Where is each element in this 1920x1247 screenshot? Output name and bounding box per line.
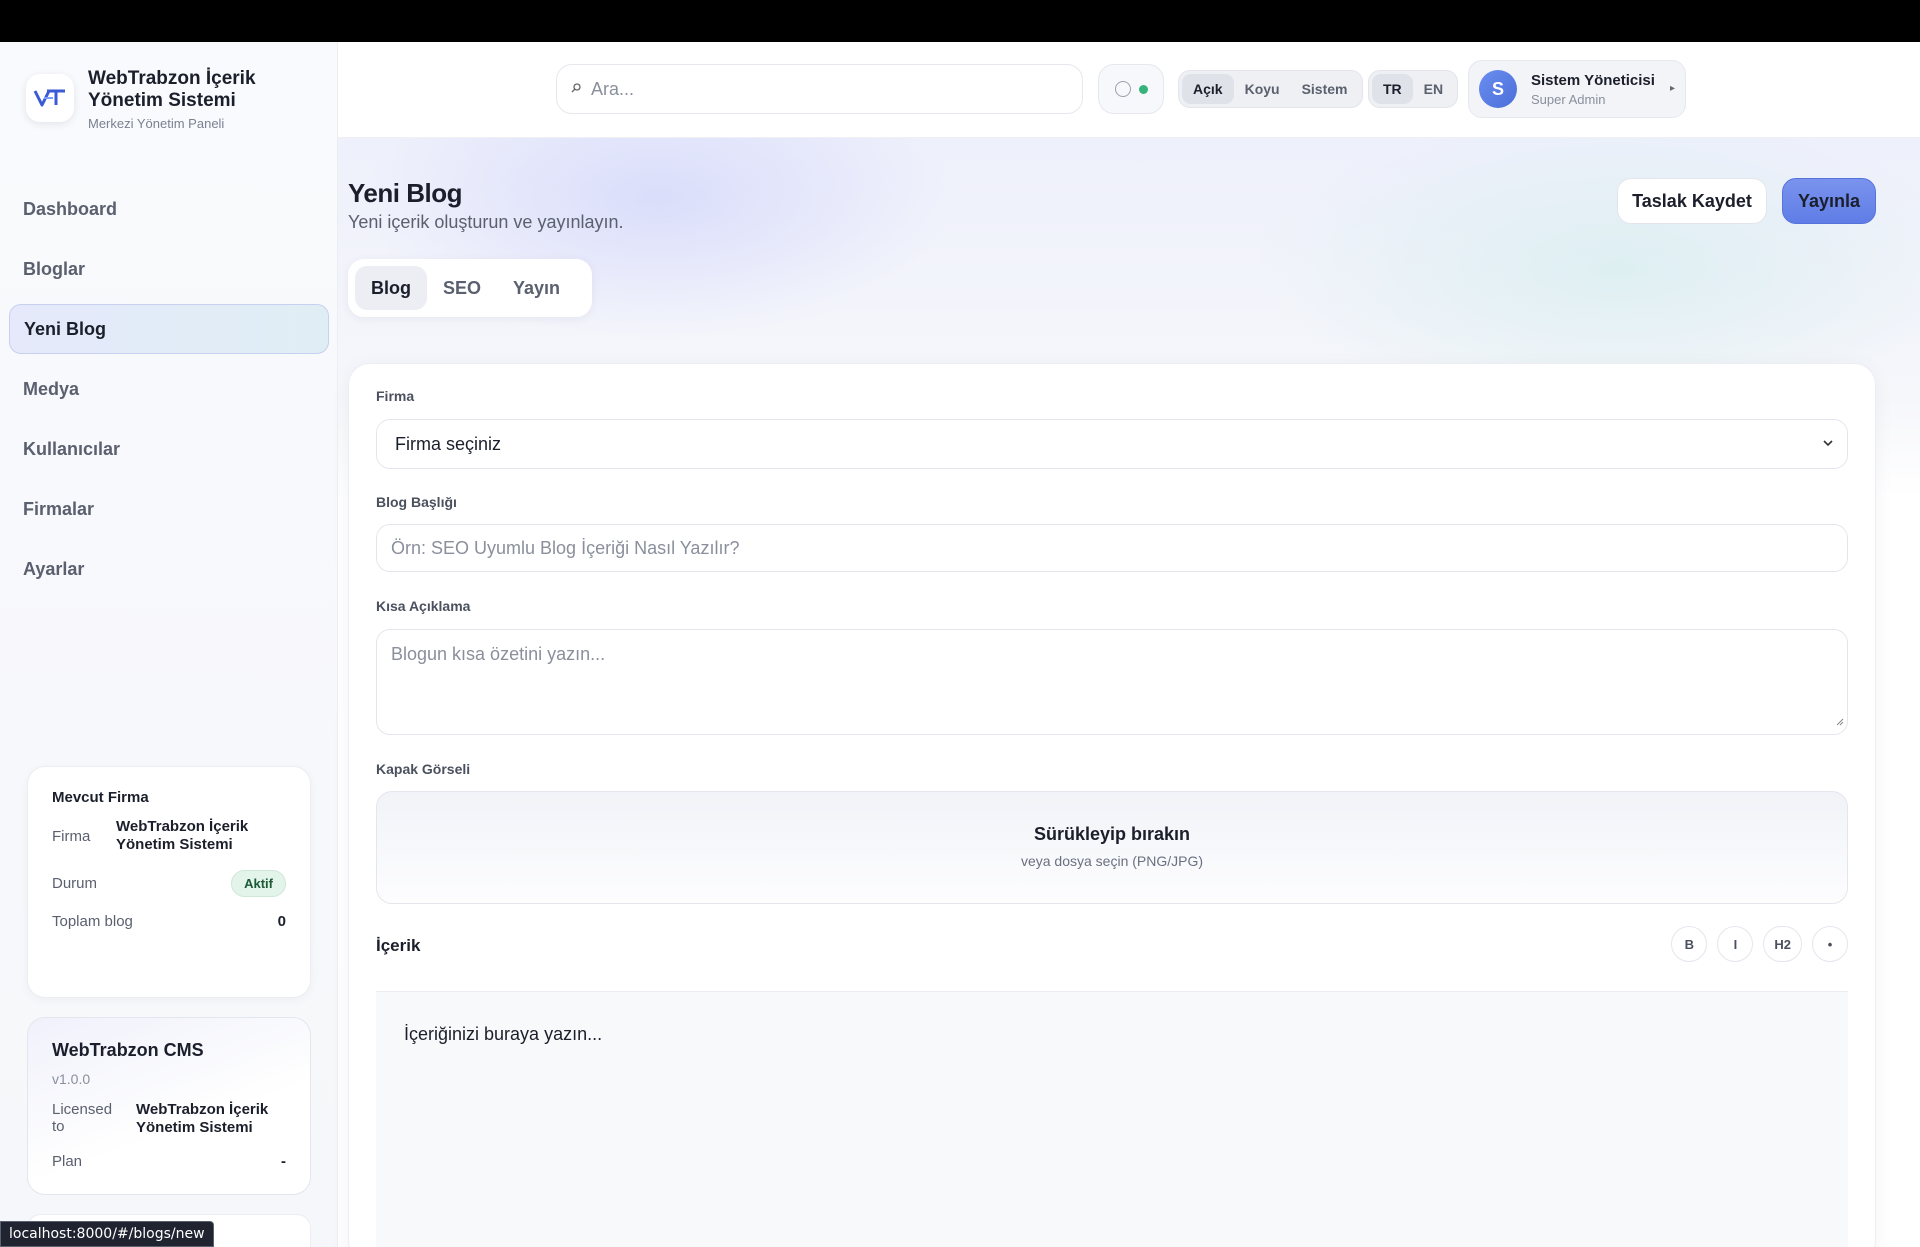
tab-bar: Blog SEO Yayın: [348, 259, 592, 317]
dropzone-subtitle: veya dosya seçin (PNG/JPG): [1020, 853, 1204, 869]
language-switcher: TR EN: [1368, 70, 1459, 108]
sidebar-item-bloglar[interactable]: Bloglar: [9, 244, 329, 294]
brand[interactable]: WebTrabzon İçerik Yönetim Sistemi Merkez…: [26, 68, 268, 131]
status-badge: Aktif: [231, 870, 286, 897]
brand-name: WebTrabzon İçerik Yönetim Sistemi: [88, 68, 256, 111]
sidebar-item-yeni-blog[interactable]: Yeni Blog: [9, 304, 329, 354]
firm-select[interactable]: Firma seçiniz: [376, 419, 1848, 469]
brand-logo-icon: [26, 74, 74, 122]
dropzone-title: Sürükleyip bırakın: [1033, 824, 1191, 844]
cms-info-card: WebTrabzon CMS v1.0.0 Licensed to WebTra…: [27, 1017, 311, 1195]
main-content: Yeni Blog Yeni içerik oluşturun ve yayın…: [338, 138, 1920, 1247]
chevron-down-icon: ▸: [1669, 83, 1675, 94]
sidebar-item-ayarlar[interactable]: Ayarlar: [9, 544, 329, 594]
publish-button[interactable]: Yayınla: [1782, 178, 1876, 224]
theme-switcher: Açık Koyu Sistem: [1178, 70, 1363, 108]
blog-form-card: Firma Firma seçiniz Blog Başlığı Kısa Aç…: [348, 363, 1876, 1247]
search-input[interactable]: [591, 78, 1031, 100]
cover-image-dropzone[interactable]: Sürükleyip bırakın veya dosya seçin (PNG…: [376, 791, 1848, 904]
sidebar-nav: Dashboard Bloglar Yeni Blog Medya Kullan…: [9, 184, 329, 604]
total-blogs-value: 0: [277, 913, 286, 930]
blog-title-label: Blog Başlığı: [376, 494, 457, 510]
summary-textarea[interactable]: [391, 644, 1833, 720]
save-draft-button[interactable]: Taslak Kaydet: [1617, 178, 1767, 224]
cms-version: v1.0.0: [52, 1071, 91, 1087]
content-editor[interactable]: İçeriğinizi buraya yazın...: [376, 991, 1848, 1247]
current-firm-card: Mevcut Firma Firma WebTrabzon İçerik Yön…: [27, 766, 311, 998]
bold-button[interactable]: B: [1671, 926, 1708, 962]
toggle-circle-icon: [1114, 81, 1131, 97]
tab-seo[interactable]: SEO: [427, 266, 497, 310]
heading-h2-button[interactable]: H2: [1763, 926, 1802, 962]
licensed-value: WebTrabzon İçerik Yönetim Sistemi: [136, 1101, 269, 1136]
theme-option-dark[interactable]: Koyu: [1234, 74, 1291, 104]
search-box[interactable]: [556, 64, 1083, 114]
plan-label: Plan: [52, 1153, 83, 1170]
sidebar-item-dashboard[interactable]: Dashboard: [9, 184, 329, 234]
italic-button[interactable]: I: [1717, 926, 1754, 962]
resize-handle-icon[interactable]: [1834, 713, 1844, 731]
tab-blog[interactable]: Blog: [355, 266, 427, 310]
lang-option-en[interactable]: EN: [1413, 74, 1454, 104]
bullet-list-button[interactable]: •: [1812, 926, 1848, 962]
user-menu[interactable]: S Sistem Yöneticisi Super Admin ▸: [1468, 60, 1686, 118]
chevron-down-icon: [1821, 434, 1835, 455]
status-label: Durum: [52, 875, 98, 892]
current-firm-title: Mevcut Firma: [52, 789, 149, 806]
page-subtitle: Yeni içerik oluşturun ve yayınlayın.: [348, 212, 624, 232]
licensed-label: Licensed to: [52, 1101, 113, 1135]
blog-title-field[interactable]: [376, 524, 1848, 572]
firm-label: Firma: [52, 827, 91, 845]
theme-option-light[interactable]: Açık: [1182, 74, 1234, 104]
total-blogs-label: Toplam blog: [52, 913, 133, 930]
online-dot-icon: [1138, 84, 1148, 94]
status-toggle[interactable]: [1098, 64, 1164, 114]
content-label: İçerik: [376, 936, 421, 955]
avatar: S: [1479, 70, 1517, 108]
page-title: Yeni Blog: [348, 178, 462, 208]
status-bar-url: localhost:8000/#/blogs/new: [0, 1221, 214, 1247]
cms-title: WebTrabzon CMS: [52, 1040, 204, 1060]
firm-value: WebTrabzon İçerik Yönetim Sistemi: [116, 818, 249, 853]
sidebar-item-medya[interactable]: Medya: [9, 364, 329, 414]
search-icon: [571, 80, 581, 98]
summary-label: Kısa Açıklama: [376, 598, 471, 614]
user-name: Sistem Yöneticisi: [1531, 71, 1655, 89]
content-editor-placeholder: İçeriğinizi buraya yazın...: [404, 1024, 603, 1044]
summary-field[interactable]: [376, 629, 1848, 735]
browser-top-bar: [0, 0, 1920, 42]
firm-field-label: Firma: [376, 388, 415, 404]
tab-yayin[interactable]: Yayın: [497, 266, 576, 310]
brand-subtitle: Merkezi Yönetim Paneli: [88, 116, 225, 131]
plan-value: -: [281, 1153, 286, 1170]
top-header: Açık Koyu Sistem TR EN S Sistem Yönetici…: [338, 42, 1920, 138]
sidebar-item-kullanicilar[interactable]: Kullanıcılar: [9, 424, 329, 474]
sidebar-item-firmalar[interactable]: Firmalar: [9, 484, 329, 534]
blog-title-input[interactable]: [391, 537, 1791, 559]
editor-toolbar: B I H2 •: [1671, 926, 1848, 962]
theme-option-system[interactable]: Sistem: [1291, 74, 1359, 104]
cover-image-label: Kapak Görseli: [376, 761, 471, 777]
firm-select-value: Firma seçiniz: [395, 433, 502, 454]
sidebar: WebTrabzon İçerik Yönetim Sistemi Merkez…: [0, 42, 338, 1247]
user-role: Super Admin: [1531, 91, 1606, 107]
lang-option-tr[interactable]: TR: [1372, 74, 1413, 104]
